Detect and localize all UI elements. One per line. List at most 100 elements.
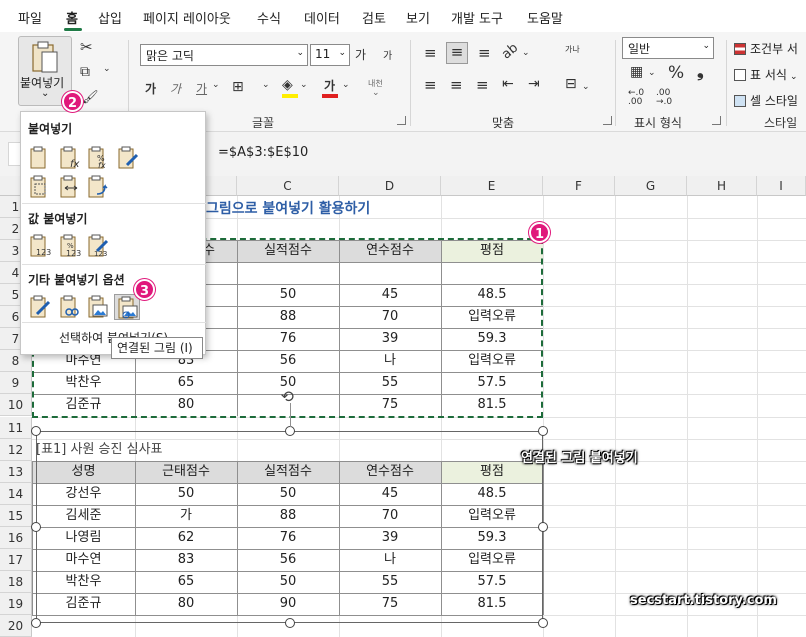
tab-9[interactable]: 도움말 (527, 8, 563, 27)
col-header-G[interactable]: G (615, 176, 687, 196)
merge-center-icon[interactable]: ⊟ (565, 76, 577, 92)
paste-keep-source-icon[interactable] (115, 145, 141, 171)
row-header-19[interactable]: 19 (0, 592, 32, 615)
font-name-select[interactable]: 맑은 고딕 ⌄ (140, 44, 308, 66)
row-header-12[interactable]: 12 (0, 438, 32, 461)
row-header-10[interactable]: 10 (0, 394, 32, 417)
align-middle-icon[interactable]: ≡ (446, 42, 468, 64)
decrease-indent-icon[interactable]: ⇤ (502, 76, 514, 92)
tab-5[interactable]: 데이터 (304, 8, 340, 27)
cut-icon[interactable]: ✂ (80, 38, 93, 56)
align-left-icon[interactable]: ≡ (424, 76, 437, 94)
row-header-14[interactable]: 14 (0, 482, 32, 505)
paste-values-source-icon[interactable]: 123 (85, 233, 111, 259)
chevron-down-icon[interactable]: ⌄ (103, 64, 111, 74)
italic-button[interactable]: 가 (170, 80, 181, 97)
row-header-15[interactable]: 15 (0, 504, 32, 527)
currency-icon[interactable]: ▦ (630, 64, 643, 80)
paste-values-icon[interactable]: 123 (27, 233, 53, 259)
resize-handle[interactable] (538, 521, 548, 532)
tab-2[interactable]: 삽입 (98, 8, 122, 27)
tab-3[interactable]: 페이지 레이아웃 (143, 8, 231, 27)
format-painter-icon[interactable]: 🖌 (82, 90, 99, 105)
tab-0[interactable]: 파일 (18, 8, 42, 27)
chevron-down-icon[interactable]: ⌄ (372, 88, 380, 98)
resize-handle[interactable] (31, 521, 41, 532)
chevron-down-icon[interactable]: ⌄ (300, 80, 308, 90)
row-header-18[interactable]: 18 (0, 570, 32, 593)
row-header-16[interactable]: 16 (0, 526, 32, 549)
chevron-down-icon[interactable]: ⌄ (41, 88, 49, 99)
dialog-launcher-icon[interactable] (397, 116, 406, 125)
bold-button[interactable]: 가 (145, 80, 156, 97)
chevron-down-icon[interactable]: ⌄ (262, 80, 270, 90)
row-header-11[interactable]: 11 (0, 416, 32, 439)
wrap-text-button[interactable]: 가나 (565, 44, 580, 55)
number-format-select[interactable]: 일반 ⌄ (622, 37, 714, 59)
cell-style-button[interactable]: 셀 스타일 (734, 92, 798, 109)
linked-picture-selection[interactable] (36, 430, 543, 623)
align-bottom-icon[interactable]: ≡ (478, 44, 491, 62)
grow-font-button[interactable]: 가 (355, 46, 366, 63)
tab-7[interactable]: 보기 (406, 8, 430, 27)
tab-1[interactable]: 홈 (66, 8, 78, 27)
tab-4[interactable]: 수식 (257, 8, 281, 27)
border-icon[interactable]: ⊞ (232, 79, 244, 95)
col-header-F[interactable]: F (543, 176, 615, 196)
chevron-down-icon[interactable]: ⌄ (342, 80, 350, 90)
paste-keep-width-icon[interactable] (57, 174, 83, 200)
dialog-launcher-icon[interactable] (712, 116, 721, 125)
resize-handle[interactable] (538, 425, 548, 436)
increase-decimal-icon[interactable]: ←.0.00 (628, 89, 644, 107)
fill-color-icon[interactable]: ◈ (282, 77, 293, 93)
paste-no-borders-icon[interactable] (27, 174, 53, 200)
row-header-20[interactable]: 20 (0, 614, 32, 637)
chevron-down-icon[interactable]: ⌄ (212, 80, 220, 90)
paste-picture-icon[interactable] (85, 294, 111, 320)
chevron-down-icon: ⌄ (789, 72, 798, 82)
row-header-13[interactable]: 13 (0, 460, 32, 483)
underline-button[interactable]: 가 (196, 80, 207, 97)
paste-link-icon[interactable] (57, 294, 83, 320)
col-header-C[interactable]: C (237, 176, 339, 196)
paste-formulas-icon[interactable]: fx (57, 145, 83, 171)
dialog-launcher-icon[interactable] (603, 116, 612, 125)
resize-handle[interactable] (284, 425, 295, 436)
chevron-down-icon[interactable]: ⌄ (522, 48, 530, 58)
chevron-down-icon[interactable]: ⌄ (648, 68, 656, 78)
tab-6[interactable]: 검토 (362, 8, 386, 27)
font-size-select[interactable]: 11 ⌄ (310, 44, 350, 66)
resize-handle[interactable] (284, 617, 295, 628)
paste-values-number-icon[interactable]: % 123 (57, 233, 83, 259)
increase-indent-icon[interactable]: ⇥ (528, 76, 540, 92)
paste-linked-picture-icon[interactable] (114, 294, 140, 320)
formula-text[interactable]: =$A$3:$E$10 (218, 145, 308, 160)
row-header-17[interactable]: 17 (0, 548, 32, 571)
table-format-button[interactable]: 표 서식 ⌄ (734, 66, 797, 83)
resize-handle[interactable] (31, 617, 41, 628)
resize-handle[interactable] (538, 617, 548, 628)
paste-formatting-icon[interactable] (27, 294, 53, 320)
paste-formula-number-icon[interactable]: % fx (85, 145, 111, 171)
percent-icon[interactable]: % (668, 63, 684, 83)
paste-transpose-icon[interactable] (85, 174, 111, 200)
col-header-D[interactable]: D (339, 176, 441, 196)
row-header-9[interactable]: 9 (0, 372, 32, 395)
comma-icon[interactable]: ❟ (697, 62, 704, 82)
copy-icon[interactable]: ⧉ (80, 64, 90, 80)
font-color-button[interactable]: 가 (324, 77, 335, 94)
decrease-decimal-icon[interactable]: .00 →.0 (656, 89, 672, 107)
col-header-E[interactable]: E (441, 176, 543, 196)
align-right-icon[interactable]: ≡ (476, 76, 489, 94)
rotate-icon[interactable]: ⟲ (281, 387, 294, 406)
conditional-format-button[interactable]: 조건부 서 (734, 40, 798, 57)
align-top-icon[interactable]: ≡ (424, 44, 437, 62)
shrink-font-button[interactable]: 가 (383, 47, 392, 62)
col-header-I[interactable]: I (757, 176, 806, 196)
col-header-H[interactable]: H (687, 176, 757, 196)
paste-icon[interactable] (27, 145, 53, 171)
tab-8[interactable]: 개발 도구 (451, 8, 503, 27)
align-center-icon[interactable]: ≡ (450, 76, 463, 94)
chevron-down-icon[interactable]: ⌄ (582, 82, 590, 92)
resize-handle[interactable] (31, 425, 41, 436)
